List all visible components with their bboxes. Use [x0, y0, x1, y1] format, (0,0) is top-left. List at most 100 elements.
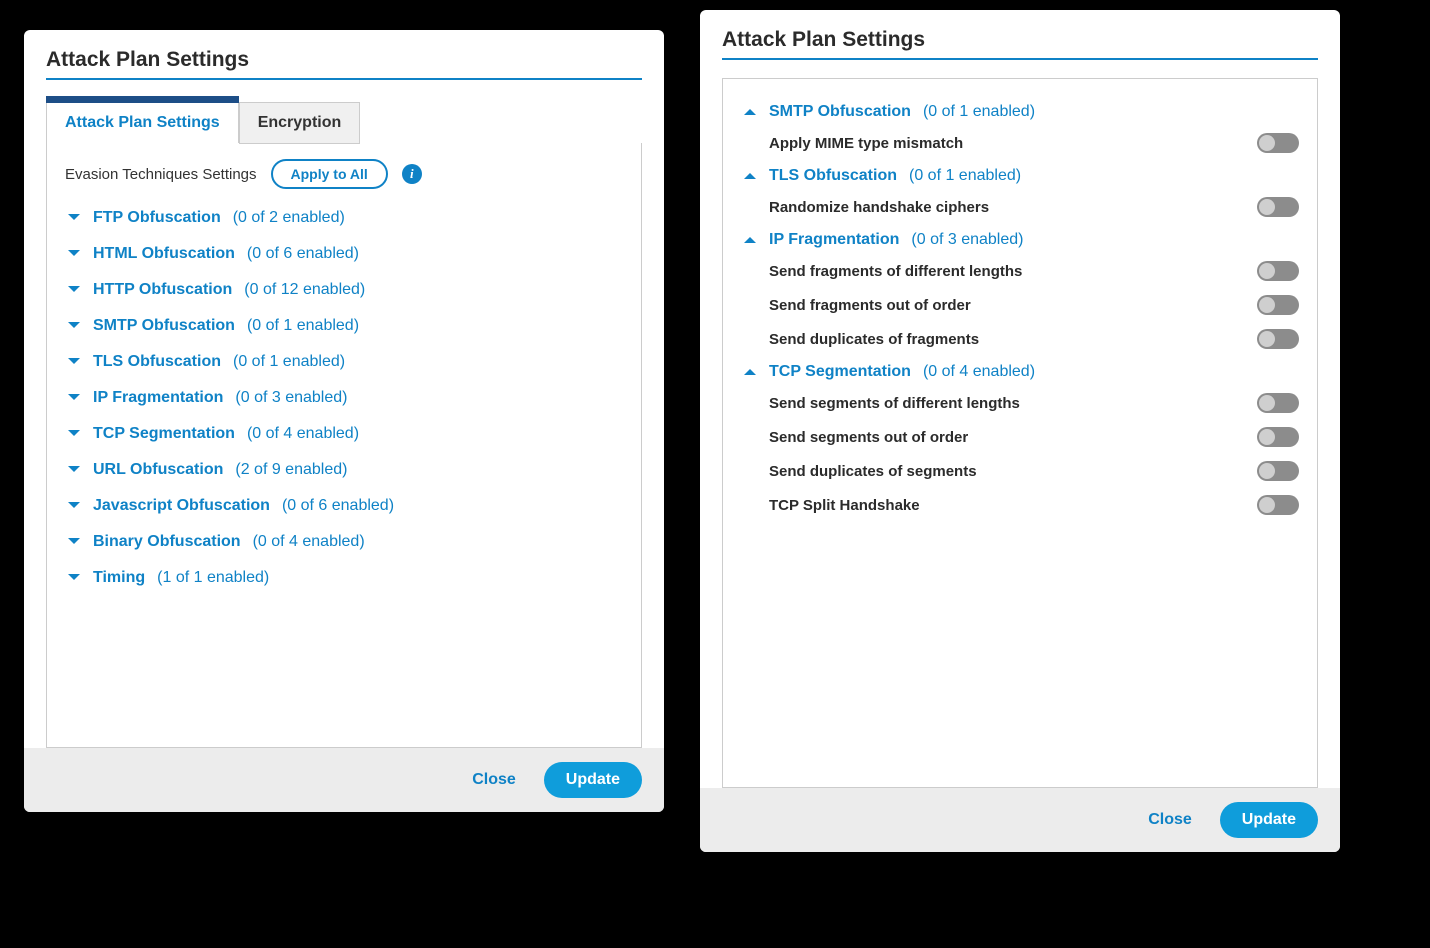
section-header[interactable]: TLS Obfuscation(0 of 1 enabled): [741, 167, 1299, 185]
section-name: SMTP Obfuscation: [769, 103, 911, 121]
toggle-switch[interactable]: [1257, 295, 1299, 315]
chevron-down-icon: [65, 209, 83, 227]
setting-row: Randomize handshake ciphers: [769, 197, 1299, 217]
setting-label: Send segments of different lengths: [769, 395, 1020, 412]
section-name: TLS Obfuscation: [769, 167, 897, 185]
chevron-down-icon: [65, 389, 83, 407]
info-icon[interactable]: i: [402, 164, 422, 184]
toggle-switch[interactable]: [1257, 197, 1299, 217]
category-name: Javascript Obfuscation: [93, 497, 270, 515]
toggle-switch[interactable]: [1257, 427, 1299, 447]
section-items: Send fragments of different lengths Send …: [769, 261, 1299, 349]
section-header[interactable]: IP Fragmentation (0 of 3 enabled): [741, 231, 1299, 249]
chevron-down-icon: [65, 425, 83, 443]
setting-row: Send segments of different lengths: [769, 393, 1299, 413]
category-row[interactable]: Javascript Obfuscation (0 of 6 enabled): [65, 491, 623, 521]
category-row[interactable]: TCP Segmentation (0 of 4 enabled): [65, 419, 623, 449]
category-name: TLS Obfuscation: [93, 353, 221, 371]
chevron-up-icon: [741, 167, 759, 185]
chevron-down-icon: [65, 281, 83, 299]
toggle-switch[interactable]: [1257, 393, 1299, 413]
category-row[interactable]: HTML Obfuscation (0 of 6 enabled): [65, 239, 623, 269]
chevron-down-icon: [65, 533, 83, 551]
section-count: (0 of 3 enabled): [911, 231, 1023, 249]
expanded-section: SMTP Obfuscation(0 of 1 enabled) Apply MI…: [741, 103, 1299, 153]
tabs: Attack Plan Settings Encryption: [46, 102, 642, 144]
setting-row: Send duplicates of fragments: [769, 329, 1299, 349]
section-name: TCP Segmentation: [769, 363, 911, 381]
setting-label: TCP Split Handshake: [769, 497, 920, 514]
tab-encryption[interactable]: Encryption: [239, 102, 361, 144]
category-count: (1 of 1 enabled): [157, 569, 269, 587]
toggle-switch[interactable]: [1257, 329, 1299, 349]
category-row[interactable]: TLS Obfuscation (0 of 1 enabled): [65, 347, 623, 377]
tab-attack-plan-settings[interactable]: Attack Plan Settings: [46, 102, 239, 143]
close-button[interactable]: Close: [462, 763, 526, 797]
chevron-up-icon: [741, 231, 759, 249]
setting-label: Send fragments out of order: [769, 297, 971, 314]
category-row[interactable]: Timing (1 of 1 enabled): [65, 563, 623, 593]
section-count: (0 of 4 enabled): [923, 363, 1035, 381]
attack-plan-settings-dialog-left: Attack Plan Settings Attack Plan Setting…: [24, 30, 664, 812]
section-header[interactable]: TCP Segmentation (0 of 4 enabled): [741, 363, 1299, 381]
toggle-switch[interactable]: [1257, 133, 1299, 153]
panel-inner: Attack Plan Settings SMTP Obfuscation(0 …: [700, 10, 1340, 788]
dialog-title: Attack Plan Settings: [722, 28, 1318, 52]
setting-row: Apply MIME type mismatch: [769, 133, 1299, 153]
setting-label: Apply MIME type mismatch: [769, 135, 963, 152]
section-name: IP Fragmentation: [769, 231, 899, 249]
category-name: URL Obfuscation: [93, 461, 223, 479]
category-row[interactable]: HTTP Obfuscation(0 of 12 enabled): [65, 275, 623, 305]
toggle-switch[interactable]: [1257, 495, 1299, 515]
category-count: (0 of 2 enabled): [233, 209, 345, 227]
section-items: Send segments of different lengths Send s…: [769, 393, 1299, 515]
update-button[interactable]: Update: [544, 762, 642, 798]
setting-label: Send duplicates of segments: [769, 463, 977, 480]
chevron-up-icon: [741, 103, 759, 121]
category-row[interactable]: IP Fragmentation(0 of 3 enabled): [65, 383, 623, 413]
dialog-title: Attack Plan Settings: [46, 48, 642, 72]
category-row[interactable]: Binary Obfuscation (0 of 4 enabled): [65, 527, 623, 557]
setting-row: Send fragments out of order: [769, 295, 1299, 315]
category-count: (2 of 9 enabled): [235, 461, 347, 479]
evasion-techniques-label: Evasion Techniques Settings: [65, 166, 257, 183]
category-count: (0 of 12 enabled): [244, 281, 365, 299]
apply-to-all-button[interactable]: Apply to All: [271, 159, 388, 189]
close-button[interactable]: Close: [1138, 803, 1202, 837]
setting-row: TCP Split Handshake: [769, 495, 1299, 515]
chevron-up-icon: [741, 363, 759, 381]
toggle-switch[interactable]: [1257, 261, 1299, 281]
setting-row: Send fragments of different lengths: [769, 261, 1299, 281]
chevron-down-icon: [65, 569, 83, 587]
setting-label: Send fragments of different lengths: [769, 263, 1022, 280]
category-name: Binary Obfuscation: [93, 533, 241, 551]
category-row[interactable]: URL Obfuscation (2 of 9 enabled): [65, 455, 623, 485]
section-items: Apply MIME type mismatch: [769, 133, 1299, 153]
chevron-down-icon: [65, 245, 83, 263]
category-row[interactable]: SMTP Obfuscation (0 of 1 enabled): [65, 311, 623, 341]
category-count: (0 of 4 enabled): [253, 533, 365, 551]
expanded-section: TCP Segmentation (0 of 4 enabled) Send seg…: [741, 363, 1299, 515]
section-header[interactable]: SMTP Obfuscation(0 of 1 enabled): [741, 103, 1299, 121]
category-name: HTML Obfuscation: [93, 245, 235, 263]
evasion-techniques-row: Evasion Techniques Settings Apply to All…: [65, 159, 623, 189]
category-count: (0 of 1 enabled): [233, 353, 345, 371]
toggle-switch[interactable]: [1257, 461, 1299, 481]
category-name: TCP Segmentation: [93, 425, 235, 443]
chevron-down-icon: [65, 461, 83, 479]
expanded-section: TLS Obfuscation(0 of 1 enabled) Randomize…: [741, 167, 1299, 217]
category-count: (0 of 1 enabled): [247, 317, 359, 335]
setting-row: Send segments out of order: [769, 427, 1299, 447]
category-list: FTP Obfuscation(0 of 2 enabled) HTML Obfu…: [65, 203, 623, 593]
title-rule: [722, 58, 1318, 60]
section-items: Randomize handshake ciphers: [769, 197, 1299, 217]
attack-plan-settings-dialog-right: Attack Plan Settings SMTP Obfuscation(0 …: [700, 10, 1340, 852]
category-count: (0 of 6 enabled): [247, 245, 359, 263]
category-name: Timing: [93, 569, 145, 587]
category-count: (0 of 6 enabled): [282, 497, 394, 515]
category-name: SMTP Obfuscation: [93, 317, 235, 335]
update-button[interactable]: Update: [1220, 802, 1318, 838]
category-count: (0 of 4 enabled): [247, 425, 359, 443]
chevron-down-icon: [65, 497, 83, 515]
category-row[interactable]: FTP Obfuscation(0 of 2 enabled): [65, 203, 623, 233]
